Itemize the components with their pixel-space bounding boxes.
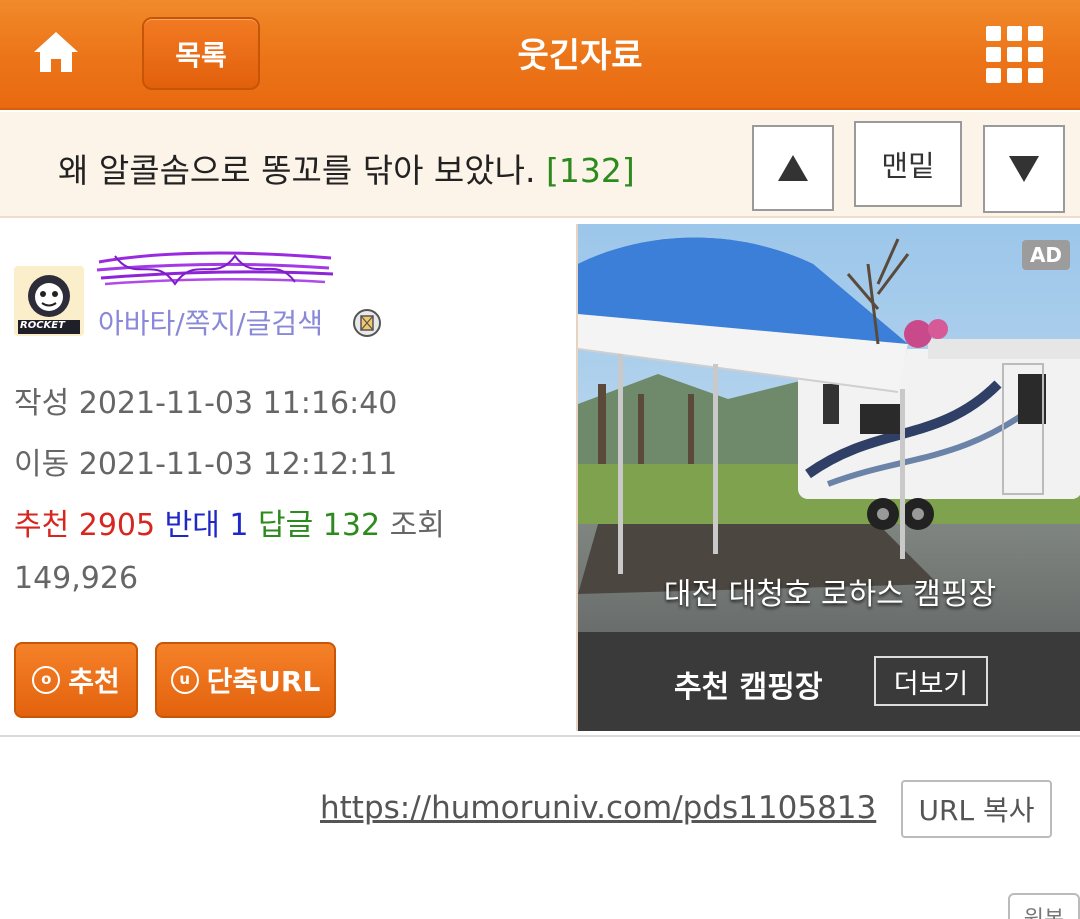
divider [0, 735, 1080, 737]
next-post-button[interactable] [983, 125, 1065, 213]
home-icon[interactable] [28, 24, 84, 80]
written-value: 2021-11-03 11:16:40 [78, 386, 398, 421]
recommend-button[interactable]: o 추천 [14, 642, 138, 718]
post-reply-count: [132] [546, 151, 635, 190]
reply-count: 132 [322, 508, 381, 543]
ad-more-button[interactable]: 더보기 [874, 656, 988, 706]
oppose-label: 반대 [164, 508, 220, 543]
ad-footer-title: 추천 캠핑장 [674, 670, 823, 705]
recommend-label: 추천 [14, 508, 70, 543]
post-url-link[interactable]: https://humoruniv.com/pds1105813 [320, 790, 876, 826]
post-title[interactable]: 왜 알콜솜으로 똥꼬를 닦아 보았나. [132] [58, 144, 635, 192]
url-copy-button[interactable]: URL 복사 [901, 780, 1052, 838]
grid-menu-icon[interactable] [986, 26, 1044, 84]
board-title: 웃긴자료 [517, 36, 643, 76]
author-nickname-redacted[interactable] [95, 244, 335, 296]
short-url-button-label: 단축URL [206, 665, 321, 698]
top-navigation-bar: 목록 웃긴자료 [0, 0, 1080, 110]
oppose-count: 1 [229, 508, 249, 543]
arrow-down-icon [1009, 156, 1039, 182]
previous-post-button[interactable] [752, 125, 834, 211]
post-title-text: 왜 알콜솜으로 똥꼬를 닦아 보았나. [58, 151, 536, 190]
recommend-icon: o [32, 666, 61, 694]
moved-label: 이동 [14, 447, 70, 482]
arrow-up-icon [778, 155, 808, 181]
views-label: 조회 [389, 508, 445, 543]
views-count: 149,926 [14, 561, 139, 596]
written-date: 작성 2021-11-03 11:16:40 [14, 378, 397, 422]
moved-value: 2021-11-03 12:12:11 [78, 447, 398, 482]
scroll-bottom-button[interactable]: 맨밑 [854, 121, 962, 207]
list-button[interactable]: 목록 [142, 17, 260, 90]
post-title-bar: 왜 알콜솜으로 똥꼬를 닦아 보았나. [132] 맨밑 [0, 112, 1080, 218]
author-avatar[interactable]: ROCKET [14, 266, 84, 336]
reply-label: 답글 [258, 508, 314, 543]
author-member-links[interactable]: 아바타/쪽지/글검색 [98, 302, 323, 342]
avatar-logo-text: ROCKET [20, 320, 65, 331]
original-button[interactable]: 원본 [1008, 893, 1080, 919]
short-url-button[interactable]: u 단축URL [155, 642, 336, 718]
post-stats: 추천 2905 반대 1 답글 132 조회 [14, 500, 445, 544]
recommend-count: 2905 [78, 508, 156, 543]
message-icon[interactable] [352, 308, 382, 338]
ad-footer: 추천 캠핑장 더보기 [578, 632, 1080, 731]
short-url-icon: u [170, 666, 199, 694]
camping-ad[interactable]: AD 대전 대청호 로하스 캠핑장 추천 캠핑장 더보기 [576, 224, 1080, 731]
recommend-button-label: 추천 [68, 665, 120, 698]
written-label: 작성 [14, 386, 70, 421]
ad-badge: AD [1022, 240, 1070, 270]
moved-date: 이동 2021-11-03 12:12:11 [14, 439, 397, 483]
ad-place-name: 대전 대청호 로하스 캠핑장 [663, 577, 997, 612]
